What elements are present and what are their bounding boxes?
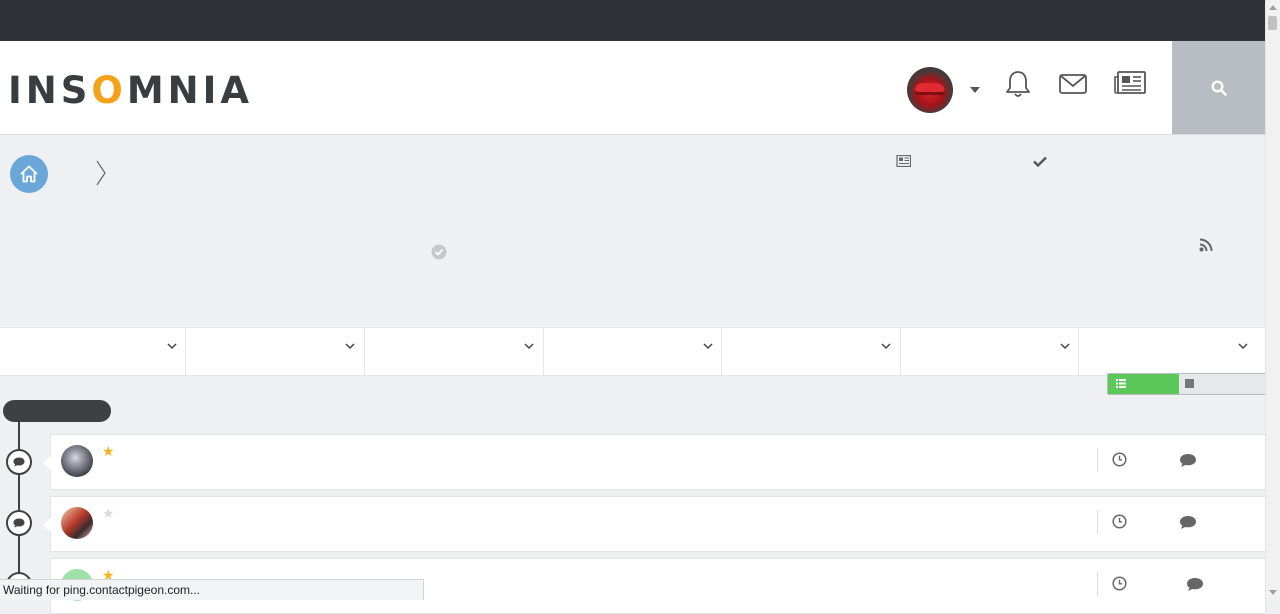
chevron-down-icon [524,343,534,350]
page-scrollbar[interactable] [1265,0,1280,600]
star-icon[interactable]: ★ [102,444,115,458]
scroll-up-arrow-icon[interactable] [1269,5,1277,10]
timeline-date-pill [3,400,111,422]
logo-text-start: INS [8,69,92,112]
card-divider [1097,510,1098,534]
thread-card[interactable]: ★ [43,496,1266,552]
filter-dropdown-5[interactable] [721,328,901,375]
logo-text-o: O [91,69,127,112]
chevron-down-icon [1060,343,1070,350]
logo-text-end: MNIA [126,69,254,112]
filter-dropdown-7[interactable] [1078,328,1280,375]
card-divider [1097,448,1098,472]
filter-dropdown-2[interactable] [185,328,365,375]
user-menu-caret-icon[interactable] [970,87,980,93]
chevron-down-icon [1238,343,1248,350]
filter-dropdown-4[interactable] [543,328,722,375]
filter-dropdown-6[interactable] [900,328,1079,375]
filter-dropdown-3[interactable] [364,328,544,375]
home-icon [20,165,38,183]
view-mode-toggle [1107,373,1267,395]
check-circle-icon [431,244,447,260]
timeline-node [6,510,32,536]
comment-icon [1180,454,1196,467]
search-icon [1211,80,1227,96]
avatar-car-shape [915,83,945,95]
search-button[interactable] [1172,41,1266,134]
thread-avatar[interactable] [61,507,93,539]
chevron-down-icon [345,343,355,350]
thread-card[interactable]: ★ [43,434,1266,490]
bell-icon[interactable] [1004,69,1032,99]
comment-icon [1180,516,1196,529]
check-icon[interactable] [1033,156,1047,167]
browser-status-bar: Waiting for ping.contactpigeon.com... [0,579,424,600]
newspaper-small-icon[interactable] [895,155,911,167]
comment-icon [1187,578,1203,591]
grid-view-button[interactable] [1179,374,1266,394]
mail-icon[interactable] [1059,74,1087,94]
breadcrumb-separator-icon [96,160,106,186]
chevron-down-icon [881,343,891,350]
filter-bar [0,327,1280,376]
clock-icon [1112,576,1127,591]
comment-icon [13,518,25,528]
chevron-down-icon [167,343,177,350]
site-header: INSOMNIA [0,41,1266,135]
list-icon [1116,379,1126,388]
square-icon [1185,379,1194,388]
list-view-button[interactable] [1108,374,1179,394]
card-pointer [43,456,51,470]
star-icon[interactable]: ★ [102,506,115,520]
clock-icon [1112,514,1127,529]
newspaper-icon[interactable] [1114,71,1146,95]
chevron-down-icon [703,343,713,350]
scrollbar-thumb[interactable] [1268,16,1277,30]
scroll-down-arrow-icon[interactable] [1269,590,1277,595]
user-avatar[interactable] [907,67,953,113]
clock-icon [1112,452,1127,467]
filter-dropdown-1[interactable] [0,328,186,375]
browser-top-bar [0,0,1266,41]
rss-icon[interactable] [1199,238,1213,252]
comment-icon [13,457,25,467]
breadcrumb-home-button[interactable] [10,155,48,193]
card-divider [1097,572,1098,596]
site-logo[interactable]: INSOMNIA [8,69,253,112]
thread-avatar[interactable] [61,445,93,477]
timeline-node [6,449,32,475]
card-pointer [43,518,51,532]
